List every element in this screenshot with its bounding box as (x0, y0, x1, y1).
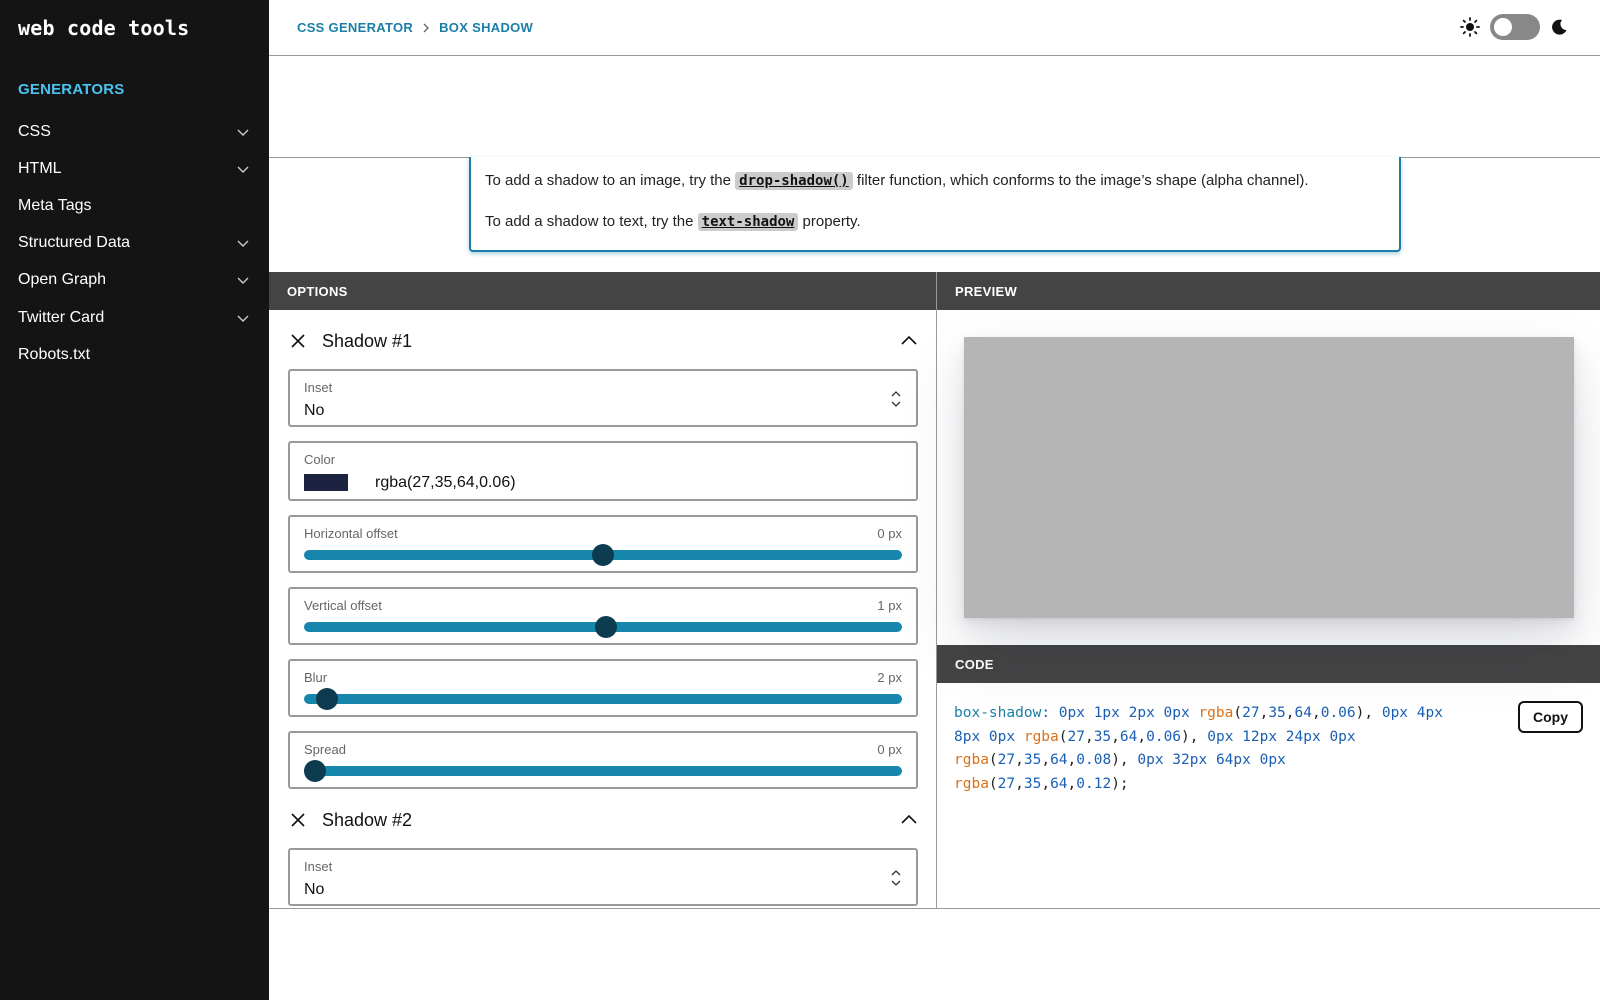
code-line: rgba(27,35,64,0.08), 0px 32px 64px 0px (954, 752, 1286, 768)
site-logo[interactable]: web code tools (18, 16, 189, 40)
tip-box: To add a shadow to an image, try the dro… (469, 157, 1401, 252)
blur-slider[interactable]: Blur 2 px (288, 659, 918, 717)
inset-label: Inset (304, 380, 333, 395)
sidebar-item-structured-data[interactable]: Structured Data (0, 225, 269, 262)
slider-value: 0 px (877, 742, 902, 757)
bottom-divider (269, 908, 1600, 909)
inset-value: No (304, 881, 325, 898)
sidebar-item-label: Structured Data (18, 234, 131, 252)
sidebar: web code tools GENERATORS CSS HTML Meta … (0, 0, 269, 1000)
tip-text: To add a shadow to an image, try the (485, 172, 731, 189)
sidebar-item-meta-tags[interactable]: Meta Tags (0, 187, 269, 224)
sidebar-item-label: CSS (18, 122, 51, 140)
close-icon[interactable] (290, 812, 306, 828)
code-line: 8px 0px rgba(27,35,64,0.06), 0px 12px 24… (954, 728, 1356, 745)
close-icon[interactable] (290, 333, 306, 349)
tip-text: To add a shadow to text, try the (485, 213, 694, 230)
code-header: CODE (937, 645, 1600, 683)
chevron-up-icon[interactable] (900, 332, 918, 350)
sidebar-item-label: Meta Tags (18, 196, 92, 214)
sun-icon (1460, 17, 1480, 37)
shadow-1-title: Shadow #1 (322, 330, 413, 351)
moon-icon (1552, 19, 1567, 35)
sidebar-item-label: Open Graph (18, 271, 107, 289)
chevron-right-icon (423, 23, 430, 32)
copy-button[interactable]: Copy (1518, 701, 1583, 733)
slider-thumb[interactable] (315, 688, 338, 710)
generators-section-label: GENERATORS (18, 81, 125, 98)
preview-header: PREVIEW (937, 272, 1600, 310)
chevron-down-icon (237, 129, 249, 136)
color-field[interactable]: Color rgba(27,35,64,0.06) (288, 441, 918, 501)
code-line: box-shadow: 0px 1px 2px 0px rgba(27,35,6… (954, 705, 1443, 721)
slider-track[interactable] (304, 766, 902, 776)
slider-label: Vertical offset (304, 598, 382, 613)
tip-image: To add a shadow to an image, try the dro… (485, 171, 1385, 191)
sidebar-item-css[interactable]: CSS (0, 113, 269, 150)
panel-divider (936, 272, 937, 908)
dark-mode-toggle[interactable] (1490, 14, 1540, 40)
text-shadow-link[interactable]: text-shadow (697, 213, 799, 231)
sidebar-item-label: Robots.txt (18, 345, 91, 363)
slider-thumb[interactable] (304, 760, 326, 782)
options-header: OPTIONS (269, 272, 936, 310)
chevron-down-icon (237, 277, 249, 285)
slider-thumb[interactable] (592, 544, 614, 566)
slider-thumb[interactable] (595, 616, 618, 638)
breadcrumb-box-shadow[interactable]: BOX SHADOW (439, 20, 533, 35)
spread-slider[interactable]: Spread 0 px (288, 731, 918, 789)
up-down-chevron-icon (891, 391, 901, 407)
theme-switcher (1460, 14, 1568, 40)
shadow-2-title: Shadow #2 (322, 809, 413, 830)
slider-value: 0 px (877, 526, 902, 541)
chevron-down-icon (237, 240, 249, 248)
drop-shadow-link[interactable]: drop-shadow() (735, 172, 853, 190)
tip-text: property. (802, 213, 861, 230)
code-output: box-shadow: 0px 1px 2px 0px rgba(27,35,6… (954, 702, 1484, 796)
color-label: Color (304, 452, 336, 467)
inset-select-2[interactable]: Inset No (288, 848, 918, 906)
sidebar-item-html[interactable]: HTML (0, 150, 269, 187)
code-line: rgba(27,35,64,0.12); (954, 775, 1129, 792)
sidebar-item-label: HTML (18, 159, 62, 177)
sidebar-item-robots-txt[interactable]: Robots.txt (0, 336, 269, 373)
chevron-down-icon (237, 315, 249, 322)
slider-label: Spread (304, 742, 346, 757)
vertical-offset-slider[interactable]: Vertical offset 1 px (288, 587, 918, 645)
breadcrumb: CSS GENERATOR BOX SHADOW (297, 20, 533, 35)
breadcrumb-css-generator[interactable]: CSS GENERATOR (297, 20, 413, 35)
chevron-down-icon (237, 166, 249, 173)
sidebar-item-label: Twitter Card (18, 308, 105, 326)
shadow-preview-box (964, 337, 1574, 618)
up-down-chevron-icon (891, 870, 901, 886)
color-swatch[interactable] (304, 474, 348, 491)
shadow-2-header: Shadow #2 (290, 806, 918, 834)
inset-select[interactable]: Inset No (288, 369, 918, 427)
tip-text: filter function, which conforms to the i… (856, 172, 1309, 189)
sidebar-item-open-graph[interactable]: Open Graph (0, 262, 269, 299)
horizontal-offset-slider[interactable]: Horizontal offset 0 px (288, 515, 918, 573)
top-header: CSS GENERATOR BOX SHADOW (269, 0, 1600, 56)
shadow-1-header: Shadow #1 (290, 327, 918, 355)
color-value: rgba(27,35,64,0.06) (375, 474, 516, 491)
slider-label: Horizontal offset (304, 526, 398, 541)
shadow-1-title-group: Shadow #1 (290, 331, 412, 352)
slider-value: 2 px (877, 670, 902, 685)
ad-band (269, 56, 1600, 158)
chevron-up-icon[interactable] (900, 811, 918, 829)
toggle-knob (1494, 18, 1512, 36)
slider-label: Blur (304, 670, 328, 685)
inset-value: No (304, 402, 325, 419)
inset-label: Inset (304, 859, 333, 874)
sidebar-item-twitter-card[interactable]: Twitter Card (0, 299, 269, 336)
shadow-2-title-group: Shadow #2 (290, 810, 412, 831)
sidebar-nav: CSS HTML Meta Tags Structured Data Open … (0, 113, 269, 373)
slider-value: 1 px (877, 598, 902, 613)
tip-text-shadow: To add a shadow to text, try the text-sh… (485, 212, 1385, 232)
slider-track[interactable] (304, 694, 902, 704)
